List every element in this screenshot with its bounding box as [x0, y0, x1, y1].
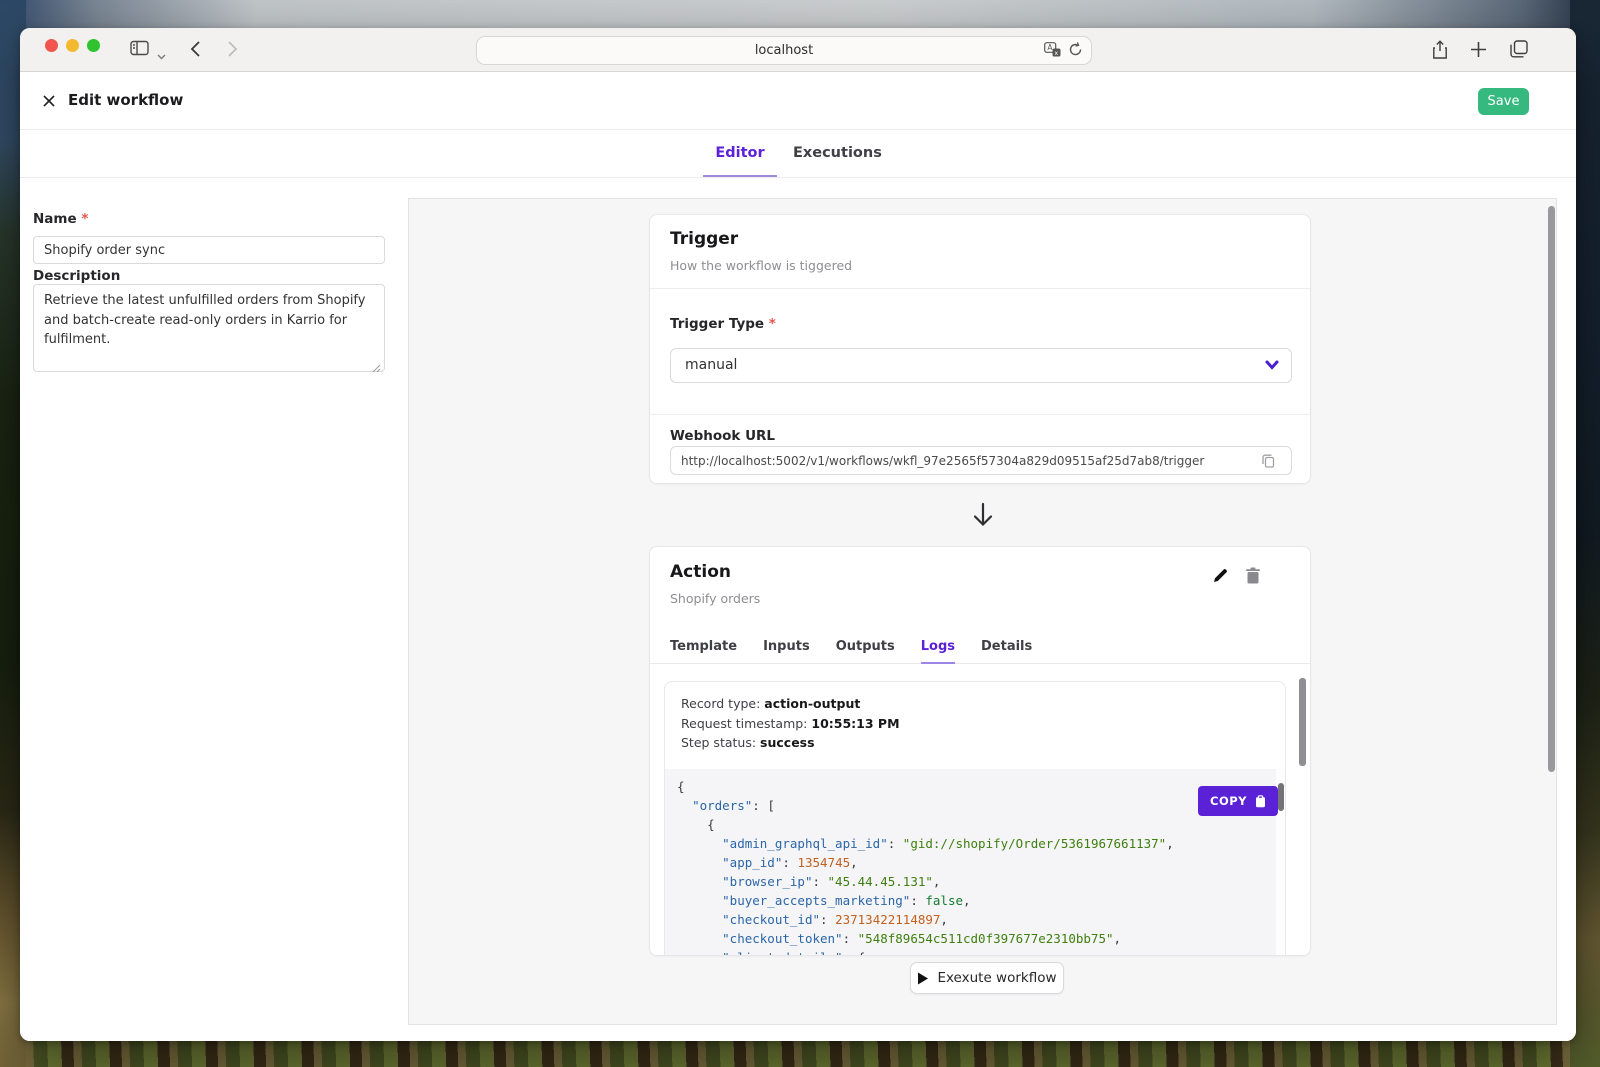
code-line: "checkout_token": "548f89654c511cd0f3976…: [677, 929, 1285, 948]
reload-icon[interactable]: [1068, 41, 1083, 61]
action-tab-details[interactable]: Details: [981, 637, 1032, 664]
trigger-type-label: Trigger Type *: [670, 316, 776, 332]
action-tab-outputs[interactable]: Outputs: [836, 637, 895, 664]
webhook-url-input[interactable]: [670, 446, 1292, 475]
execute-workflow-button[interactable]: Exexute workflow: [910, 962, 1064, 994]
webhook-url-label: Webhook URL: [670, 428, 775, 444]
code-line: "buyer_accepts_marketing": false,: [677, 891, 1285, 910]
trigger-type-value: manual: [685, 357, 737, 373]
trigger-card: Trigger How the workflow is tiggered Tri…: [649, 214, 1311, 484]
code-block: { "orders": [ { "admin_graphql_api_id": …: [665, 769, 1285, 956]
page-title: Edit workflow: [68, 91, 183, 109]
action-tab-template[interactable]: Template: [670, 637, 737, 664]
action-card: Action Shopify orders TemplateInputsOut: [649, 546, 1311, 956]
trigger-title: Trigger: [670, 229, 738, 249]
code-line: {: [677, 815, 1285, 834]
action-tabs: Template Inputs Outputs Logs Details: [650, 637, 1310, 664]
translate-icon[interactable]: A x: [1044, 42, 1061, 61]
execute-workflow-label: Exexute workflow: [937, 970, 1056, 986]
record-timestamp-value: 10:55:13 PM: [811, 716, 899, 731]
page-header: Edit workflow Save: [20, 72, 1576, 130]
trigger-type-select[interactable]: manual: [670, 348, 1292, 383]
code-block-lines: { "orders": [ { "admin_graphql_api_id": …: [677, 777, 1285, 956]
tab-overview-icon[interactable]: [1510, 40, 1528, 62]
name-label: Name *: [33, 211, 88, 227]
name-input[interactable]: [33, 236, 385, 264]
required-asterisk: *: [81, 211, 88, 227]
code-line: "checkout_id": 23713422114897,: [677, 910, 1285, 929]
zoom-window-button[interactable]: [87, 39, 100, 52]
tab-editor[interactable]: Editor: [703, 130, 777, 177]
code-scrollbar-thumb[interactable]: [1278, 783, 1284, 811]
save-button[interactable]: Save: [1478, 88, 1529, 115]
copy-button-label: COPY: [1210, 794, 1247, 808]
copy-button[interactable]: COPY: [1198, 786, 1278, 816]
address-bar-url: localhost: [477, 43, 1091, 58]
divider: [650, 414, 1310, 415]
top-tab-bar: Editor Executions: [20, 130, 1576, 178]
clipboard-icon: [1255, 795, 1266, 808]
tab-executions[interactable]: Executions: [793, 130, 877, 177]
record-status-row: Step status: success: [681, 733, 900, 753]
copy-url-icon[interactable]: [1262, 453, 1275, 472]
record-type-row: Record type: action-output: [681, 694, 900, 714]
browser-toolbar: localhost A x: [20, 28, 1576, 72]
forward-icon[interactable]: [227, 40, 238, 62]
minimize-window-button[interactable]: [66, 39, 79, 52]
flow-arrow-down-icon: [971, 502, 995, 532]
close-icon[interactable]: [42, 93, 58, 109]
logs-scrollbar-thumb[interactable]: [1299, 678, 1306, 766]
play-icon: [917, 972, 928, 985]
log-record-meta: Record type: action-output Request times…: [681, 694, 900, 753]
log-record-card: Record type: action-output Request times…: [664, 681, 1286, 956]
chevron-down-icon: [1265, 360, 1279, 370]
action-subtitle: Shopify orders: [670, 591, 760, 606]
workflow-editor-page: Edit workflow Save Editor Executions Nam…: [20, 72, 1576, 1041]
textarea-resize-handle[interactable]: [372, 358, 382, 368]
code-line: "app_id": 1354745,: [677, 853, 1285, 872]
sidebar-toggle-icon[interactable]: [130, 40, 149, 60]
record-timestamp-row: Request timestamp: 10:55:13 PM: [681, 714, 900, 734]
svg-text:x: x: [1054, 49, 1058, 57]
delete-trash-icon[interactable]: [1245, 567, 1261, 588]
code-line: "admin_graphql_api_id": "gid://shopify/O…: [677, 834, 1285, 853]
code-line: {: [677, 777, 1285, 796]
trigger-subtitle: How the workflow is tiggered: [670, 258, 852, 273]
share-icon[interactable]: [1432, 40, 1448, 64]
workflow-canvas-panel: Trigger How the workflow is tiggered Tri…: [408, 198, 1557, 1025]
code-line: "orders": [: [677, 796, 1285, 815]
action-title: Action: [670, 562, 731, 582]
back-icon[interactable]: [190, 40, 201, 62]
action-tab-logs[interactable]: Logs: [921, 637, 955, 664]
record-status-value: success: [760, 735, 815, 750]
action-tab-inputs[interactable]: Inputs: [763, 637, 810, 664]
new-tab-icon[interactable]: [1470, 41, 1487, 62]
close-window-button[interactable]: [45, 39, 58, 52]
browser-window: localhost A x: [20, 28, 1576, 1041]
code-line: "client_details": {: [677, 948, 1285, 956]
panel-scrollbar-thumb[interactable]: [1548, 206, 1555, 772]
address-bar[interactable]: localhost A x: [476, 36, 1092, 65]
divider: [650, 288, 1310, 289]
description-textarea[interactable]: Retrieve the latest unfulfilled orders f…: [33, 284, 385, 372]
record-type-value: action-output: [764, 696, 860, 711]
sidebar-chevron-down-icon[interactable]: [157, 45, 166, 64]
description-label: Description: [33, 268, 120, 284]
edit-pencil-icon[interactable]: [1212, 567, 1229, 588]
logs-tab-content: Record type: action-output Request times…: [650, 665, 1310, 955]
required-asterisk: *: [769, 316, 776, 332]
code-line: "browser_ip": "45.44.45.131",: [677, 872, 1285, 891]
